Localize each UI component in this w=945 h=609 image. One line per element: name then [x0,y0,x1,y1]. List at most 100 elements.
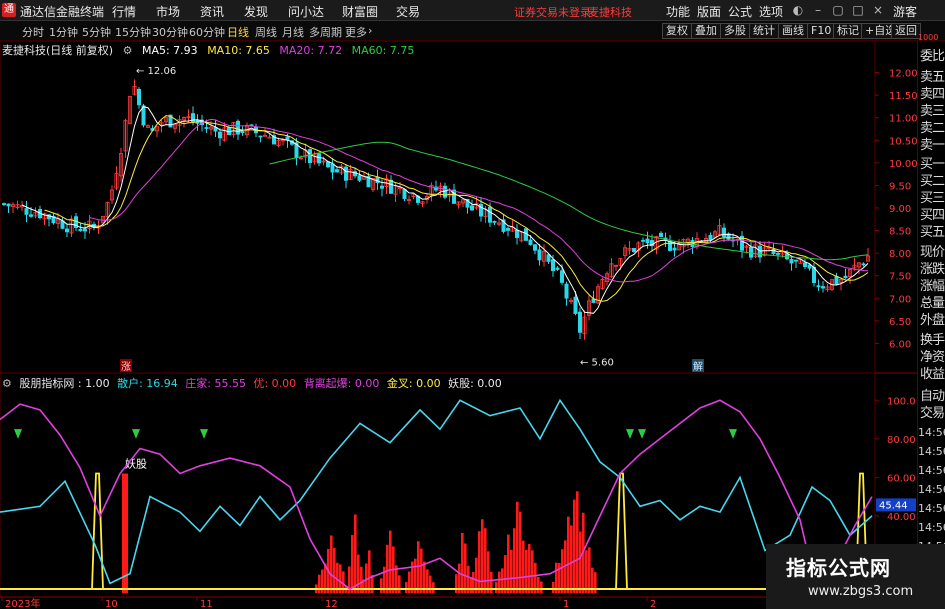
histogram-bar [570,525,573,593]
jincha-value: 金叉: 0.00 [386,377,441,390]
label-weibi[interactable]: 委比 [920,45,945,64]
multi-stock-button[interactable]: 多股 [720,23,750,39]
chevron-right-icon[interactable]: › [368,24,372,37]
menu-xuanxiang[interactable]: 选项 [759,3,783,20]
period-multi[interactable]: 多周期 [309,24,342,40]
candle-body [136,88,141,106]
settings-icon[interactable]: ⚙ [123,44,133,57]
candle-body [528,239,533,245]
yaogu-value: 妖股: 0.00 [448,377,502,390]
panel-top-number: 1000 [918,33,939,42]
period-daily[interactable]: 日线 [227,24,249,40]
date-tick-label: 11 [200,599,213,609]
menu-banmian[interactable]: 版面 [697,3,721,20]
candle-body [537,249,542,261]
statistics-button[interactable]: 统计 [749,23,779,39]
app-logo-icon: 通 [2,3,16,17]
period-5min[interactable]: 5分钟 [82,24,111,40]
candle-body [357,175,362,181]
histogram-bar [461,532,464,593]
menu-gongshi[interactable]: 公式 [728,3,752,20]
back-button[interactable]: 返回 [891,23,921,39]
period-weekly[interactable]: 周线 [255,24,277,40]
label-buy5[interactable]: 买五 [920,221,945,240]
ma10-value: MA10: 7.65 [207,44,270,57]
histogram-bar [540,581,543,593]
period-30min[interactable]: 30分钟 [152,24,188,40]
price-tick-label: 7.00 [889,294,911,305]
candle-body [641,239,646,242]
menu-shichang[interactable]: 市场 [156,3,180,20]
candle-body [843,275,848,279]
menu-zixun[interactable]: 资讯 [200,3,224,20]
menu-faxian[interactable]: 发现 [244,3,268,20]
histogram-bar [484,528,487,593]
sanhu-line [0,398,873,585]
candle-body [235,120,240,135]
price-tick-label: 7.50 [889,272,911,283]
minimize-icon[interactable]: – [810,1,826,19]
app-title: 通达信金融终端 [20,5,105,19]
period-15min[interactable]: 15分钟 [115,24,151,40]
period-fenshi[interactable]: 分时 [22,24,44,40]
candlestick-series [2,79,871,340]
histogram-bar [354,514,357,593]
indicator-tick-label: 60.00 [887,473,916,484]
histogram-bar [510,549,513,593]
marker-up-label: 涨 [121,361,131,373]
histogram-bar [389,530,392,593]
histogram-bar [567,516,570,593]
label-sell1[interactable]: 卖一 [920,134,945,153]
fuquan-button[interactable]: 复权 [662,23,692,39]
histogram-bar [455,574,458,593]
overlay-button[interactable]: 叠加 [691,23,721,39]
guest-login[interactable]: 游客 [893,3,917,20]
kline-chart[interactable]: ← 12.06 ← 5.60 涨 解 12.00 11.50 11.00 10.50 10.0… [0,41,917,609]
candle-body [672,247,677,251]
date-tick-label: 2023年 [5,597,40,609]
candle-body [325,161,330,168]
period-1min[interactable]: 1分钟 [49,24,78,40]
candle-body [816,285,821,288]
date-axis: 2023年101112123 [1,597,799,609]
draw-line-button[interactable]: 画线 [778,23,808,39]
period-60min[interactable]: 60分钟 [189,24,225,40]
mark-button[interactable]: 标记 [833,23,863,39]
period-more[interactable]: 更多 [345,24,367,40]
histogram-bar [475,557,478,593]
price-tick-label: 10.50 [889,136,917,147]
histogram-bar [573,499,576,593]
f10-button[interactable]: F10 [807,23,836,39]
histogram-bar [414,558,417,593]
date-tick-label: 1 [563,599,569,609]
ma5-value: MA5: 7.93 [141,44,198,57]
maximize-icon[interactable]: □ [850,1,866,19]
skin-icon[interactable]: ◐ [790,1,806,19]
price-tick-label: 9.50 [889,181,911,192]
main-pane-border [0,41,876,374]
close-icon[interactable]: × [870,1,886,19]
trade-time: 14:56 [918,521,945,534]
marker-right-label: 解 [693,360,703,373]
candle-body [573,296,578,314]
period-monthly[interactable]: 月线 [282,24,304,40]
candle-body [803,262,808,267]
menu-gongneng[interactable]: 功能 [666,3,690,20]
signal-triangle-icon [638,429,646,439]
login-warning[interactable]: 证券交易未登录 [514,4,591,20]
candle-body [551,259,556,272]
menu-hangqing[interactable]: 行情 [112,3,136,20]
ma10-line [44,115,869,302]
indicator-settings-icon[interactable]: ⚙ [2,377,12,390]
histogram-bar [525,550,528,593]
menu-wenxiaoda[interactable]: 问小达 [288,3,324,20]
candle-body [749,246,754,258]
price-tick-label: 11.00 [889,114,917,125]
trade-time: 14:56 [918,426,945,439]
menu-jiaoyi[interactable]: 交易 [396,3,420,20]
menu-caifuquan[interactable]: 财富圈 [342,3,378,20]
restore-icon[interactable]: ▢ [830,1,846,19]
label-trade[interactable]: 交易 [920,402,945,421]
beili-value: 背离起爆: 0.00 [303,377,380,390]
histogram-bar [585,550,588,593]
